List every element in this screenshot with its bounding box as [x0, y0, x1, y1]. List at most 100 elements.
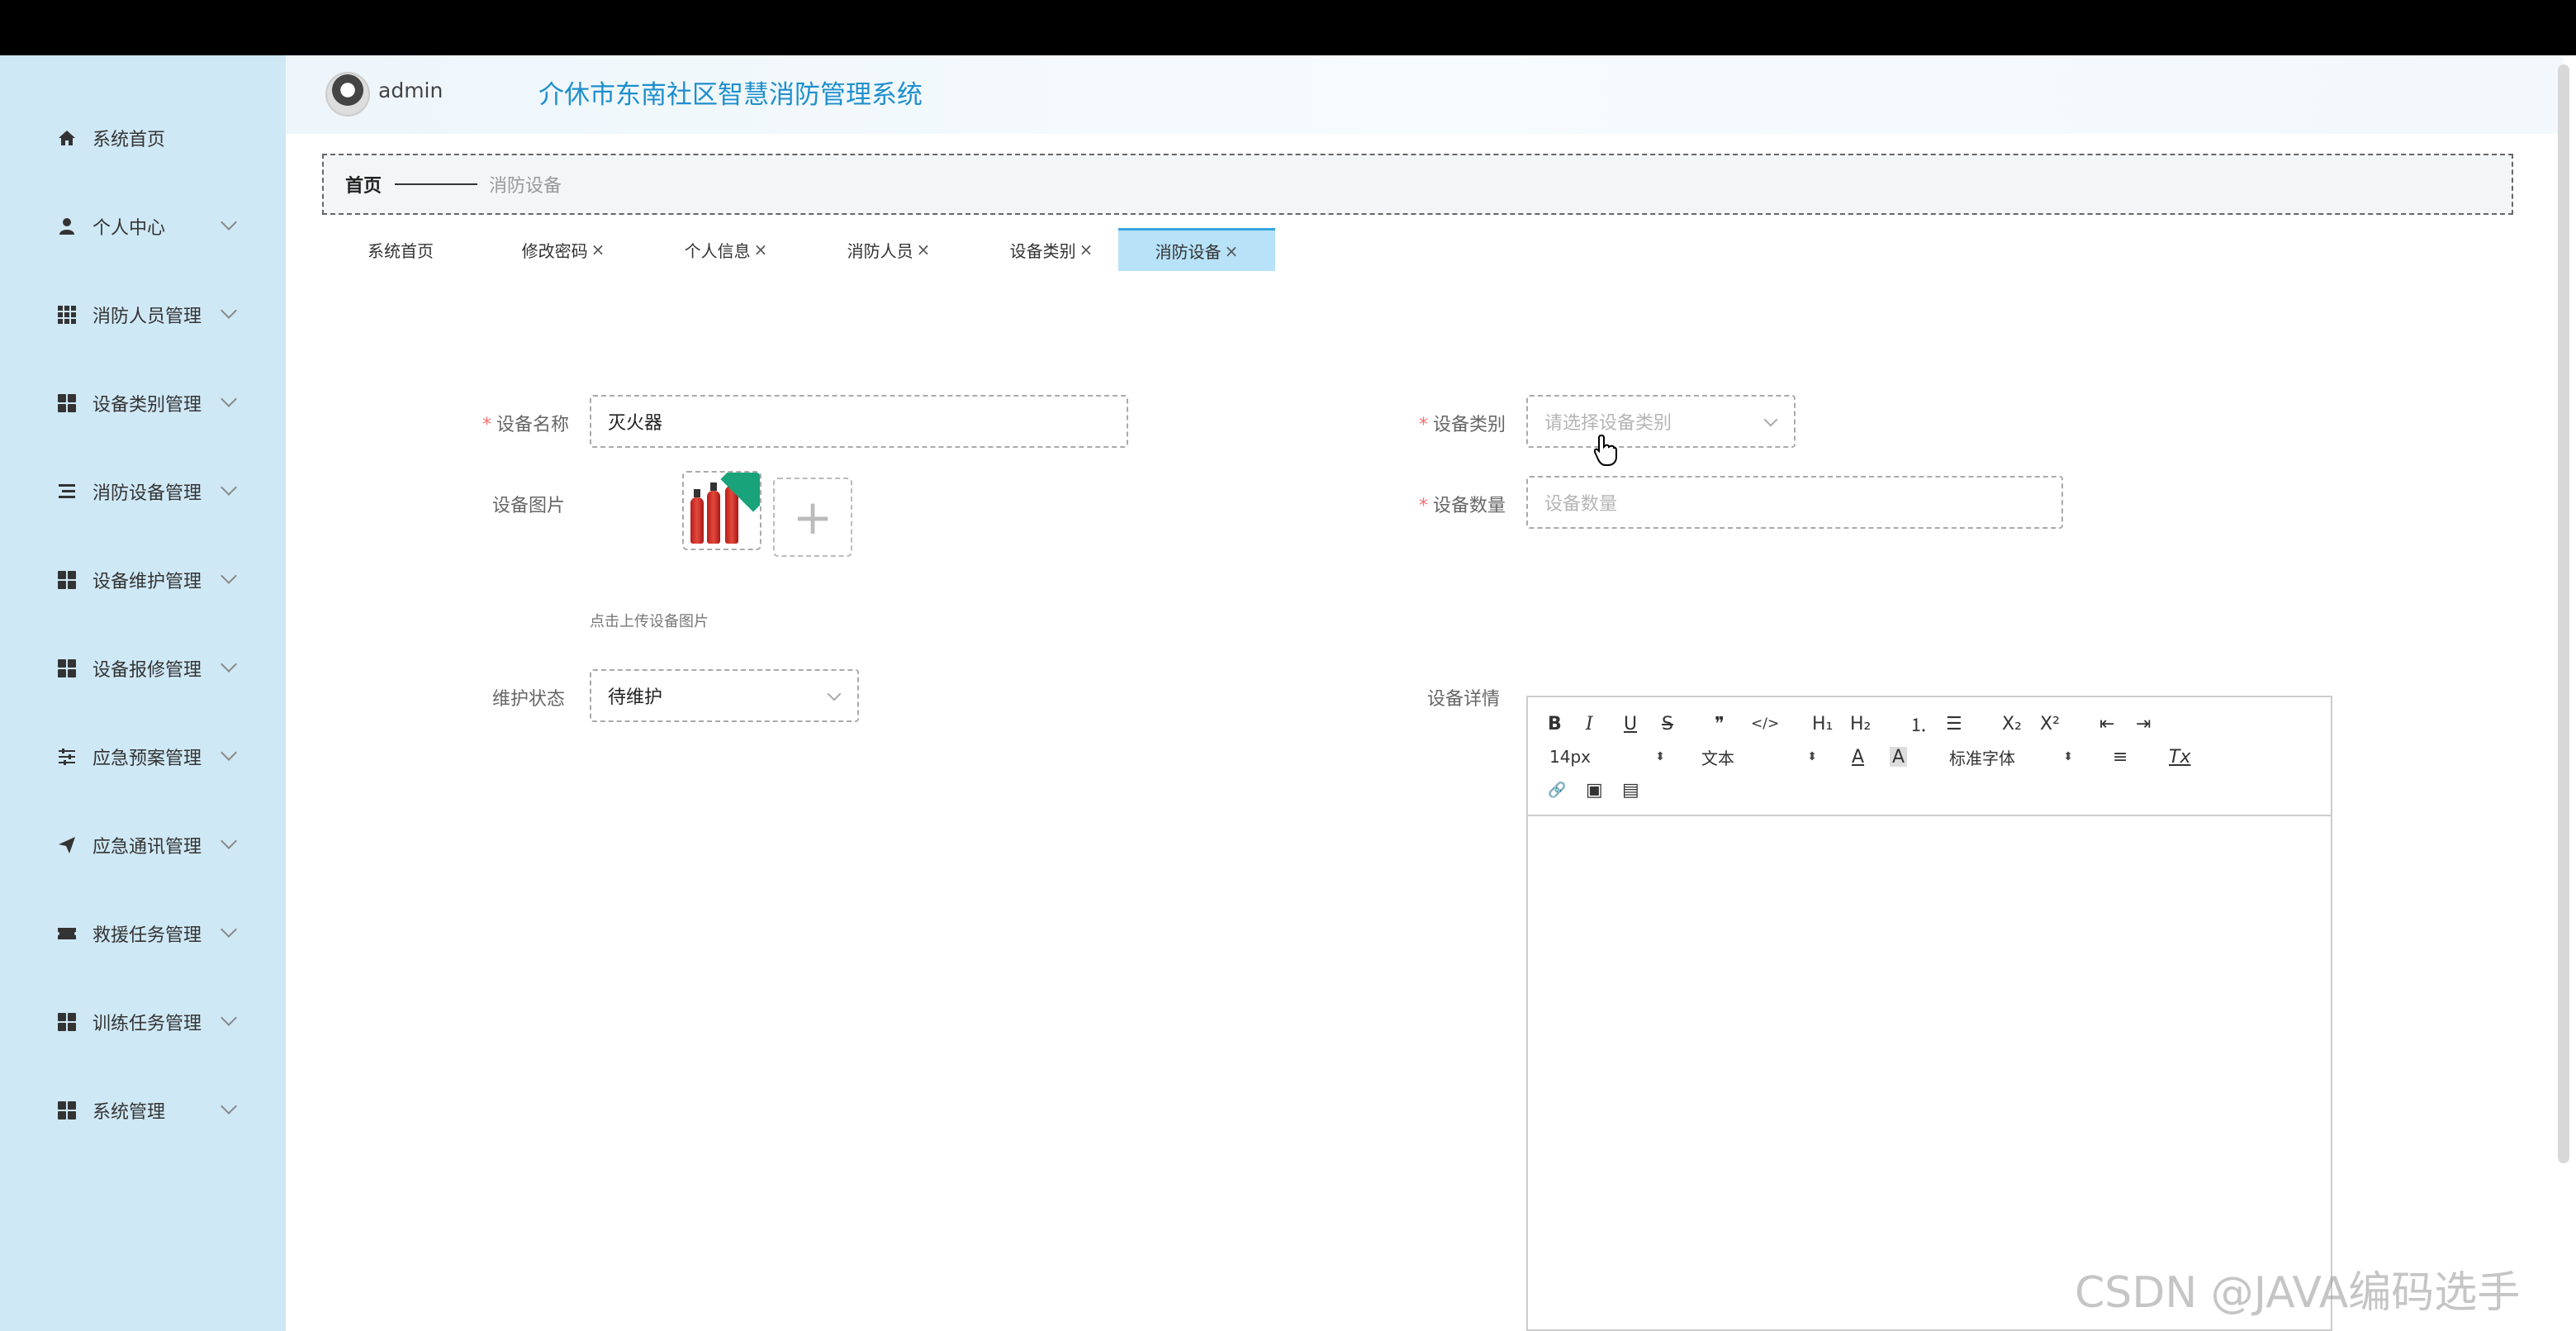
header2-button[interactable]: H₂	[1850, 711, 1871, 737]
sidebar-item-fire-device-management[interactable]: 消防设备管理	[0, 459, 286, 525]
tab-label: 消防人员	[847, 240, 913, 261]
chevron-down-icon	[221, 833, 237, 849]
sidebar-item-device-maintenance-management[interactable]: 设备维护管理	[0, 547, 286, 613]
maintenance-status-label: 维护状态	[492, 689, 566, 710]
text-color-button[interactable]: A	[1852, 744, 1864, 770]
breadcrumb-home[interactable]: 首页	[345, 171, 382, 197]
sidebar-item-personal-center[interactable]: 个人中心	[0, 193, 286, 259]
home-icon	[56, 127, 78, 149]
chevron-down-icon	[221, 302, 237, 319]
close-icon[interactable]: ×	[754, 240, 768, 259]
sidebar-item-home[interactable]: 系统首页	[0, 105, 286, 171]
tab-label: 个人信息	[684, 240, 751, 261]
tab-personal-info[interactable]: 个人信息 ×	[648, 228, 804, 271]
tab-label: 系统首页	[368, 240, 434, 261]
sidebar: 系统首页 个人中心 消防人员管理 设备类别管理 消防设备管理 设备维护管理 设备…	[0, 55, 286, 1331]
tab-bar: 系统首页 修改密码 × 个人信息 × 消防人员 × 设备类别 × 消防设备 ×	[322, 228, 2513, 274]
maintenance-status-select[interactable]: 待维护	[590, 669, 859, 722]
sidebar-item-emergency-plan-management[interactable]: 应急预案管理	[0, 724, 286, 790]
chevron-down-icon	[221, 921, 237, 938]
header: admin 介休市东南社区智慧消防管理系统	[286, 55, 2563, 134]
device-name-label: * 设备名称	[482, 415, 570, 435]
pointer-cursor-icon	[1593, 434, 1617, 467]
close-icon[interactable]: ×	[591, 240, 605, 259]
close-icon[interactable]: ×	[1079, 240, 1093, 259]
device-name-input[interactable]: 灭火器	[590, 395, 1128, 448]
sidebar-item-label: 设备维护管理	[93, 572, 202, 592]
rich-text-editor[interactable]: B I U S ❞ </> H₁ H₂ ⒈ ☰ X₂ X² ⇤ ⇥ 14px ⬍ …	[1526, 696, 2332, 1331]
extinguisher-image	[690, 489, 704, 544]
grid-icon	[56, 304, 78, 326]
device-category-label: * 设备类别	[1419, 415, 1506, 435]
strike-button[interactable]: S	[1662, 711, 1673, 737]
device-image-thumbnail[interactable]	[682, 471, 761, 550]
sidebar-item-label: 设备类别管理	[93, 395, 202, 416]
breadcrumb-separator	[395, 183, 477, 185]
device-category-select[interactable]: 请选择设备类别	[1526, 395, 1796, 448]
sidebar-item-label: 应急预案管理	[93, 749, 202, 769]
image-icon[interactable]: ▣	[1586, 777, 1603, 803]
font-family-select[interactable]: 标准字体 ⬍	[1949, 744, 2073, 770]
chevron-updown-icon: ⬍	[2063, 750, 2073, 763]
tab-system-home[interactable]: 系统首页	[322, 228, 479, 271]
extinguisher-image	[707, 482, 720, 544]
sidebar-item-system-management[interactable]: 系统管理	[0, 1077, 286, 1143]
sidebar-item-label: 设备报修管理	[93, 660, 202, 681]
video-icon[interactable]: ▤	[1622, 777, 1639, 803]
sidebar-item-device-repair-management[interactable]: 设备报修管理	[0, 635, 286, 701]
close-icon[interactable]: ×	[1225, 241, 1239, 261]
send-icon	[56, 834, 78, 856]
chevron-down-icon	[221, 656, 237, 673]
sidebar-item-label: 应急通讯管理	[93, 837, 202, 858]
ordered-list-button[interactable]: ⒈	[1909, 711, 1928, 737]
sidebar-item-rescue-task-management[interactable]: 救援任务管理	[0, 901, 286, 967]
tab-fire-device[interactable]: 消防设备 ×	[1118, 228, 1275, 271]
italic-button[interactable]: I	[1586, 711, 1593, 737]
tab-change-password[interactable]: 修改密码 ×	[485, 228, 642, 271]
superscript-button[interactable]: X²	[2040, 711, 2060, 737]
grid-icon	[56, 569, 78, 591]
scrollbar[interactable]	[2558, 64, 2569, 1163]
align-button[interactable]: ≡	[2113, 744, 2128, 770]
sidebar-item-label: 消防设备管理	[93, 483, 202, 504]
tab-device-category[interactable]: 设备类别 ×	[973, 228, 1130, 271]
link-icon[interactable]: 🔗	[1548, 777, 1566, 803]
sidebar-item-training-task-management[interactable]: 训练任务管理	[0, 989, 286, 1055]
avatar[interactable]	[325, 72, 370, 116]
username[interactable]: admin	[378, 78, 443, 102]
blockquote-button[interactable]: ❞	[1715, 711, 1724, 737]
sidebar-item-label: 个人中心	[93, 218, 166, 239]
tab-firefighters[interactable]: 消防人员 ×	[810, 228, 967, 271]
grid-icon	[56, 392, 78, 414]
close-icon[interactable]: ×	[917, 240, 931, 259]
image-upload-button[interactable]: +	[773, 478, 852, 557]
device-quantity-input[interactable]: 设备数量	[1526, 476, 2063, 529]
chevron-down-icon	[221, 1010, 237, 1026]
grid-icon	[56, 658, 78, 679]
list-icon	[56, 481, 78, 502]
sidebar-item-device-category-management[interactable]: 设备类别管理	[0, 370, 286, 436]
outdent-button[interactable]: ⇤	[2099, 711, 2114, 737]
clean-format-button[interactable]: Tx	[2169, 744, 2190, 770]
breadcrumb: 首页 消防设备	[322, 154, 2513, 215]
underline-button[interactable]: U	[1624, 711, 1637, 737]
bold-button[interactable]: B	[1548, 711, 1562, 737]
sidebar-item-emergency-communication-management[interactable]: 应急通讯管理	[0, 812, 286, 878]
bullet-list-button[interactable]: ☰	[1946, 711, 1962, 737]
font-size-select[interactable]: 14px ⬍	[1549, 744, 1665, 770]
chevron-down-icon	[221, 1098, 237, 1115]
sidebar-item-label: 系统管理	[93, 1102, 166, 1123]
background-color-button[interactable]: A	[1890, 747, 1908, 768]
header1-button[interactable]: H₁	[1812, 711, 1833, 737]
user-icon	[56, 216, 78, 237]
breadcrumb-current: 消防设备	[489, 176, 562, 197]
subscript-button[interactable]: X₂	[2002, 711, 2022, 737]
sidebar-item-firefighter-management[interactable]: 消防人员管理	[0, 282, 286, 348]
header-select[interactable]: 文本 ⬍	[1701, 744, 1817, 770]
watermark: CSDN @JAVA编码选手	[2075, 1268, 2521, 1318]
top-black-bar	[0, 0, 2576, 55]
code-block-button[interactable]: </>	[1751, 711, 1779, 737]
indent-button[interactable]: ⇥	[2136, 711, 2151, 737]
chevron-down-icon	[221, 568, 237, 584]
chevron-down-icon	[221, 744, 237, 761]
